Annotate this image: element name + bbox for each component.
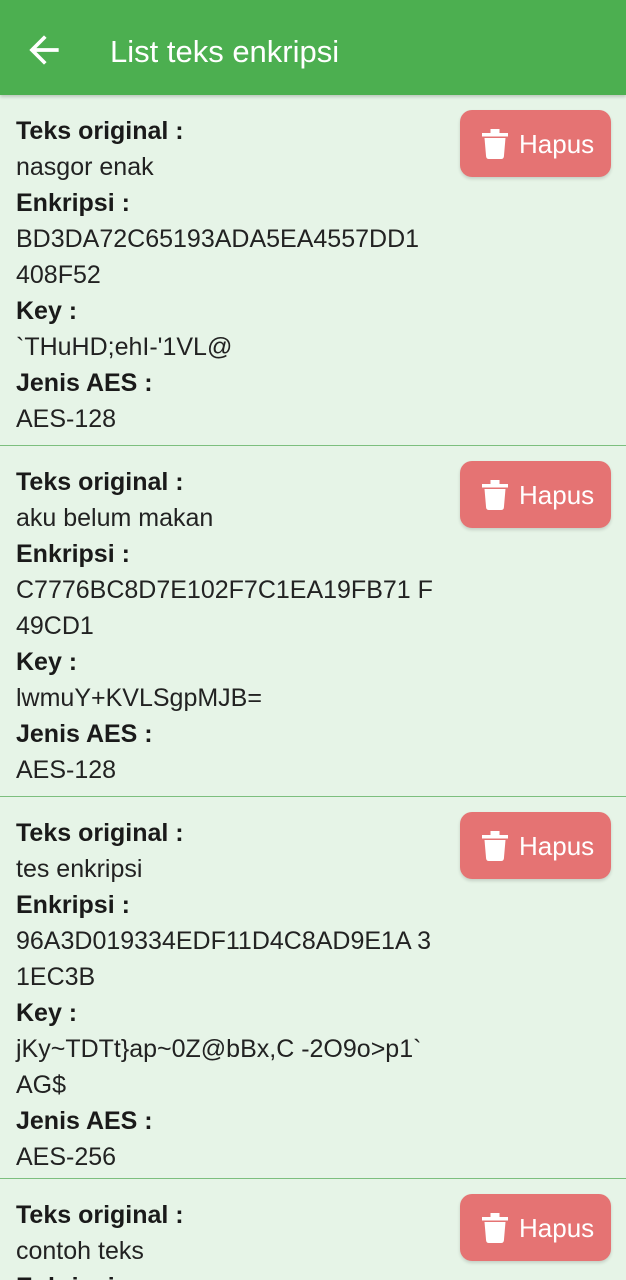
delete-button[interactable]: Hapus (460, 461, 611, 528)
trash-icon (482, 129, 508, 159)
original-text-value: nasgor enak (16, 153, 154, 181)
key-label: Key : (16, 999, 78, 1027)
original-text-value: contoh teks (16, 1237, 144, 1265)
list-item: Teks original : contoh teks Enkripsi : H… (0, 1179, 626, 1280)
key-value: lwmuY+KVLSgpMJB= (16, 684, 262, 712)
delete-button-label: Hapus (519, 129, 595, 159)
delete-button[interactable]: Hapus (460, 110, 611, 177)
encryption-value: 96A3D019334EDF11D4C8AD9E1A 31EC3B (16, 927, 432, 991)
trash-icon (482, 1213, 508, 1243)
trash-icon (482, 480, 508, 510)
page-title: List teks enkripsi (110, 34, 340, 69)
list-item: Teks original : aku belum makan Enkripsi… (0, 446, 626, 797)
encryption-label: Enkripsi : (16, 540, 130, 568)
encryption-value: C7776BC8D7E102F7C1EA19FB71 F49CD1 (16, 576, 433, 640)
aes-type-label: Jenis AES : (16, 1107, 153, 1135)
aes-type-value: AES-128 (16, 756, 117, 784)
list-item: Teks original : tes enkripsi Enkripsi : … (0, 797, 626, 1179)
encrypted-text-list[interactable]: Teks original : nasgor enak Enkripsi : B… (0, 95, 626, 1280)
key-label: Key : (16, 297, 78, 325)
delete-button-label: Hapus (519, 831, 595, 861)
app-bar: List teks enkripsi (0, 0, 626, 95)
trash-icon (482, 831, 508, 861)
aes-type-value: AES-256 (16, 1143, 117, 1171)
arrow-left-icon (22, 28, 66, 72)
encryption-label: Enkripsi : (16, 189, 130, 217)
delete-button-label: Hapus (519, 480, 595, 510)
key-value: `THuHD;ehI-'1VL@ (16, 333, 233, 361)
aes-type-label: Jenis AES : (16, 369, 153, 397)
list-item: Teks original : nasgor enak Enkripsi : B… (0, 95, 626, 446)
delete-button-label: Hapus (519, 1213, 595, 1243)
original-text-value: aku belum makan (16, 504, 214, 532)
encryption-label: Enkripsi : (16, 1269, 626, 1280)
aes-type-label: Jenis AES : (16, 720, 153, 748)
encryption-label: Enkripsi : (16, 891, 130, 919)
back-button[interactable] (22, 28, 66, 72)
key-label: Key : (16, 648, 78, 676)
original-text-value: tes enkripsi (16, 855, 143, 883)
key-value: jKy~TDTt}ap~0Z@bBx,C -2O9o>p1`AG$ (16, 1035, 422, 1099)
encryption-value: BD3DA72C65193ADA5EA4557DD1 408F52 (16, 225, 420, 289)
delete-button[interactable]: Hapus (460, 812, 611, 879)
aes-type-value: AES-128 (16, 405, 117, 433)
delete-button[interactable]: Hapus (460, 1194, 611, 1261)
